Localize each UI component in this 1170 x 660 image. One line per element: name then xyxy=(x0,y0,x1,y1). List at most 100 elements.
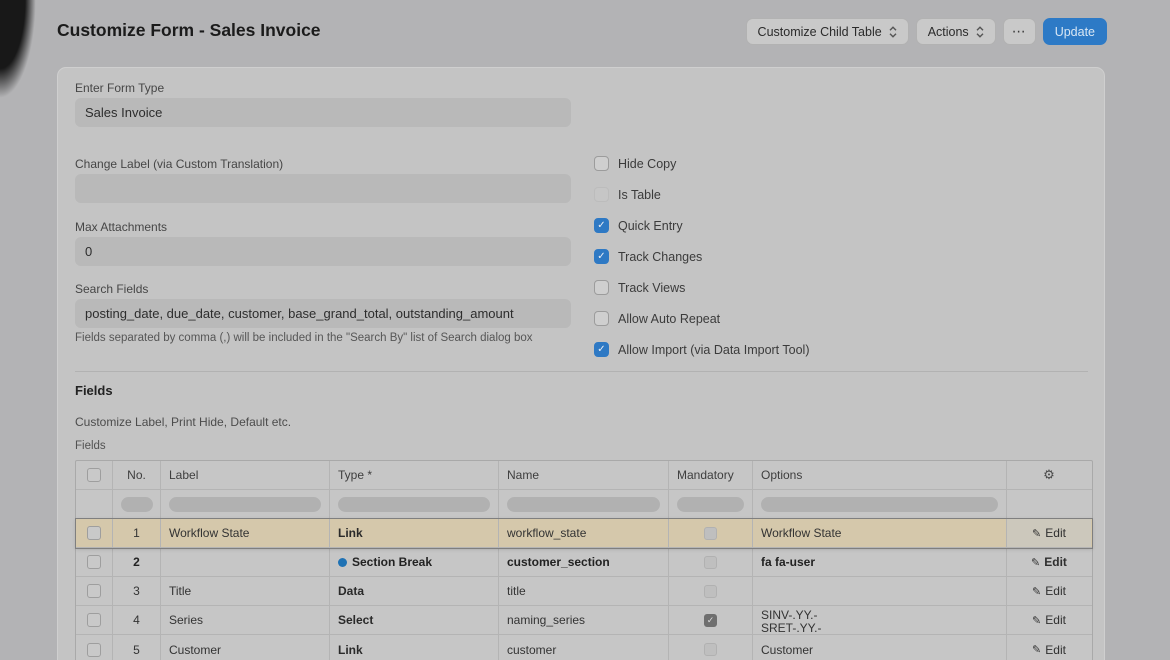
row-options xyxy=(753,577,1007,605)
options-checkbox-column: Hide Copy Is Table Quick Entry Track Cha… xyxy=(594,156,810,373)
row-name: workflow_state xyxy=(499,519,669,547)
edit-row-button[interactable]: Edit xyxy=(1032,613,1066,627)
checkbox-checked-icon[interactable] xyxy=(594,342,609,357)
row-no: 5 xyxy=(113,635,161,660)
max-attachments-input[interactable]: 0 xyxy=(75,237,571,266)
form-type-input[interactable]: Sales Invoice xyxy=(75,98,571,127)
max-attachments-label: Max Attachments xyxy=(75,221,571,234)
row-options: SINV-.YY.- SRET-.YY.- xyxy=(753,606,1007,634)
change-label-field-group: Change Label (via Custom Translation) xyxy=(75,158,571,203)
search-fields-field-group: Search Fields posting_date, due_date, cu… xyxy=(75,283,571,328)
mandatory-checkbox[interactable] xyxy=(704,527,717,540)
mandatory-checkbox[interactable] xyxy=(704,556,717,569)
search-fields-input[interactable]: posting_date, due_date, customer, base_g… xyxy=(75,299,571,328)
grid-row-title[interactable]: 3 Title Data title Edit xyxy=(76,577,1092,606)
fields-grid-label: Fields xyxy=(75,440,106,452)
row-type: Section Break xyxy=(330,548,499,576)
row-label: Customer xyxy=(161,635,330,660)
customize-form-card: Enter Form Type Sales Invoice Change Lab… xyxy=(57,67,1105,660)
grid-header-row: No. Label Type * Name Mandatory Options xyxy=(76,461,1092,490)
row-no: 4 xyxy=(113,606,161,634)
row-name: customer xyxy=(499,635,669,660)
column-header-no: No. xyxy=(113,461,161,489)
grid-row-workflow-state[interactable]: 1 Workflow State Link workflow_state Wor… xyxy=(76,519,1092,548)
row-checkbox[interactable] xyxy=(87,584,101,598)
edit-row-button[interactable]: Edit xyxy=(1032,584,1066,598)
row-no: 2 xyxy=(113,548,161,576)
grid-row-customer-section[interactable]: 2 Section Break customer_section fa fa-u… xyxy=(76,548,1092,577)
max-attachments-field-group: Max Attachments 0 xyxy=(75,221,571,266)
change-label-input[interactable] xyxy=(75,174,571,203)
row-name: title xyxy=(499,577,669,605)
column-header-label: Label xyxy=(161,461,330,489)
row-name: customer_section xyxy=(499,548,669,576)
column-header-name: Name xyxy=(499,461,669,489)
mandatory-checkbox[interactable] xyxy=(704,643,717,656)
checkbox-icon[interactable] xyxy=(594,280,609,295)
row-checkbox[interactable] xyxy=(87,526,101,540)
mandatory-checkbox[interactable] xyxy=(704,585,717,598)
row-label: Workflow State xyxy=(161,519,330,547)
checkbox-hide-copy[interactable]: Hide Copy xyxy=(594,156,810,171)
filter-input-mandatory[interactable] xyxy=(677,497,744,512)
fields-section-description: Customize Label, Print Hide, Default etc… xyxy=(75,415,291,429)
edit-row-button[interactable]: Edit xyxy=(1032,526,1066,540)
update-button[interactable]: Update xyxy=(1043,18,1107,45)
edit-row-button[interactable]: Edit xyxy=(1032,643,1066,657)
checkbox-allow-import[interactable]: Allow Import (via Data Import Tool) xyxy=(594,342,810,357)
form-type-label: Enter Form Type xyxy=(75,82,571,95)
filter-input-options[interactable] xyxy=(761,497,998,512)
mandatory-checkbox-checked[interactable] xyxy=(704,614,717,627)
filter-input-no[interactable] xyxy=(121,497,153,512)
column-header-options: Options xyxy=(753,461,1007,489)
select-all-checkbox[interactable] xyxy=(87,468,101,482)
customize-child-table-label: Customize Child Table xyxy=(758,25,882,39)
grid-settings-gear-icon[interactable] xyxy=(1043,467,1055,483)
filter-input-name[interactable] xyxy=(507,497,660,512)
edit-row-button[interactable]: Edit xyxy=(1031,555,1067,569)
select-chevrons-icon xyxy=(976,26,984,38)
checkbox-quick-entry[interactable]: Quick Entry xyxy=(594,218,810,233)
checkbox-checked-icon[interactable] xyxy=(594,249,609,264)
filter-input-label[interactable] xyxy=(169,497,321,512)
checkbox-track-views[interactable]: Track Views xyxy=(594,280,810,295)
change-label-label: Change Label (via Custom Translation) xyxy=(75,158,571,171)
row-type: Data xyxy=(330,577,499,605)
more-options-icon: ⋯ xyxy=(1012,23,1027,40)
section-break-dot-icon xyxy=(338,558,347,567)
row-type: Link xyxy=(330,635,499,660)
row-options: Customer xyxy=(753,635,1007,660)
toolbar: Customize Child Table Actions ⋯ Update xyxy=(746,18,1107,45)
actions-button[interactable]: Actions xyxy=(916,18,996,45)
search-fields-help-text: Fields separated by comma (,) will be in… xyxy=(75,332,533,344)
select-chevrons-icon xyxy=(889,26,897,38)
row-type: Select xyxy=(330,606,499,634)
row-label: Series xyxy=(161,606,330,634)
row-checkbox[interactable] xyxy=(87,555,101,569)
row-no: 1 xyxy=(113,519,161,547)
screen-corner-artifact xyxy=(0,0,42,132)
row-type: Link xyxy=(330,519,499,547)
checkbox-allow-auto-repeat[interactable]: Allow Auto Repeat xyxy=(594,311,810,326)
checkbox-icon[interactable] xyxy=(594,156,609,171)
row-label: Title xyxy=(161,577,330,605)
grid-row-customer[interactable]: 5 Customer Link customer Customer Edit xyxy=(76,635,1092,660)
more-options-button[interactable]: ⋯ xyxy=(1003,18,1036,45)
fields-grid: No. Label Type * Name Mandatory Options … xyxy=(75,460,1093,660)
customize-child-table-button[interactable]: Customize Child Table xyxy=(746,18,909,45)
checkbox-is-table: Is Table xyxy=(594,187,810,202)
checkbox-track-changes[interactable]: Track Changes xyxy=(594,249,810,264)
grid-row-series[interactable]: 4 Series Select naming_series SINV-.YY.-… xyxy=(76,606,1092,635)
row-options: Workflow State xyxy=(753,519,1007,547)
filter-input-type[interactable] xyxy=(338,497,490,512)
fields-section-heading: Fields xyxy=(75,383,113,398)
row-no: 3 xyxy=(113,577,161,605)
checkbox-icon[interactable] xyxy=(594,311,609,326)
column-header-mandatory: Mandatory xyxy=(669,461,753,489)
section-divider xyxy=(75,371,1088,372)
row-checkbox[interactable] xyxy=(87,643,101,657)
row-checkbox[interactable] xyxy=(87,613,101,627)
search-fields-label: Search Fields xyxy=(75,283,571,296)
checkbox-checked-icon[interactable] xyxy=(594,218,609,233)
form-type-field-group: Enter Form Type Sales Invoice xyxy=(75,82,571,127)
